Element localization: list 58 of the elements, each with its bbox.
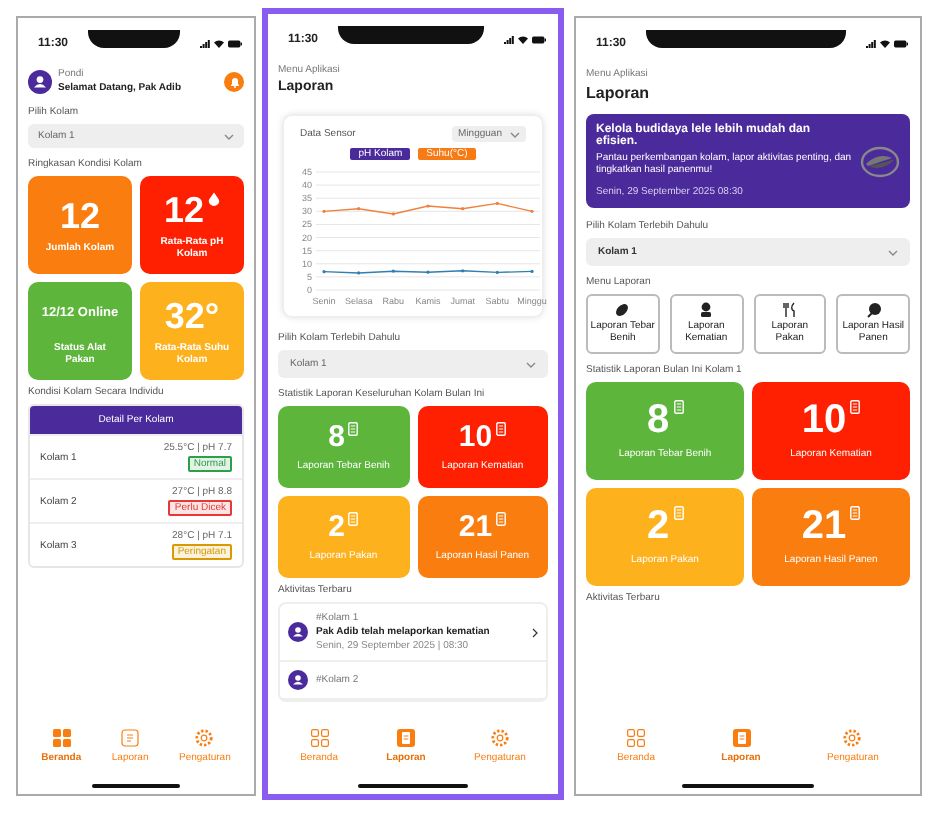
person-icon <box>698 302 715 318</box>
stat-value: 12 <box>59 197 101 233</box>
home-indicator <box>92 784 180 788</box>
settings-icon <box>842 728 863 748</box>
wifi-icon <box>880 40 890 48</box>
stat-value: 2 <box>328 512 345 542</box>
battery-icon <box>532 36 546 44</box>
stat-value: 2 <box>646 506 670 546</box>
document-icon <box>850 506 861 520</box>
signal-icon <box>866 40 876 48</box>
avatar-icon <box>28 69 52 93</box>
stat-value: 21 <box>458 512 493 542</box>
stat-value: 10 <box>801 400 847 440</box>
wifi-icon <box>214 40 224 48</box>
chevron-icon <box>526 361 536 367</box>
document-icon <box>850 400 861 414</box>
stat-value: 32° <box>164 297 220 333</box>
droplet-icon <box>208 191 221 205</box>
chevron-icon <box>510 131 520 137</box>
battery-icon <box>894 40 908 48</box>
battery-icon <box>228 40 242 48</box>
signal-icon <box>200 40 210 48</box>
grid-icon <box>626 728 647 748</box>
cutlery-icon <box>781 302 798 318</box>
wifi-icon <box>518 36 528 44</box>
chevron-right-icon <box>532 627 538 637</box>
leaf-icon <box>614 302 631 318</box>
document-icon <box>120 728 141 748</box>
grid-icon <box>309 728 330 748</box>
signal-icon <box>504 36 514 44</box>
stat-value: 8 <box>646 400 670 440</box>
avatar-icon <box>288 622 308 642</box>
settings-icon <box>489 728 510 748</box>
stat-value: 10 <box>458 422 493 452</box>
chevron-icon <box>224 133 234 139</box>
stat-value: 21 <box>801 506 847 546</box>
document-icon <box>348 422 359 436</box>
chevron-icon <box>888 249 898 255</box>
document-icon <box>673 506 684 520</box>
document-icon <box>673 400 684 414</box>
fish-drawing <box>860 145 900 177</box>
page-title: Laporan <box>586 84 652 102</box>
drumstick-icon <box>865 302 882 318</box>
document-icon <box>396 728 416 748</box>
document-icon <box>496 512 507 526</box>
grid-icon <box>51 728 72 748</box>
document-icon <box>496 422 507 436</box>
stat-value: 8 <box>328 422 345 452</box>
home-indicator <box>682 784 814 788</box>
settings-icon <box>194 728 215 748</box>
document-icon <box>348 512 359 526</box>
stat-value: 12 <box>163 191 205 227</box>
avatar-icon <box>288 670 308 690</box>
bell-icon <box>229 75 239 87</box>
camera-notch <box>88 29 180 47</box>
document-icon <box>731 728 751 748</box>
notification-button[interactable] <box>224 71 244 91</box>
home-indicator <box>358 784 468 788</box>
